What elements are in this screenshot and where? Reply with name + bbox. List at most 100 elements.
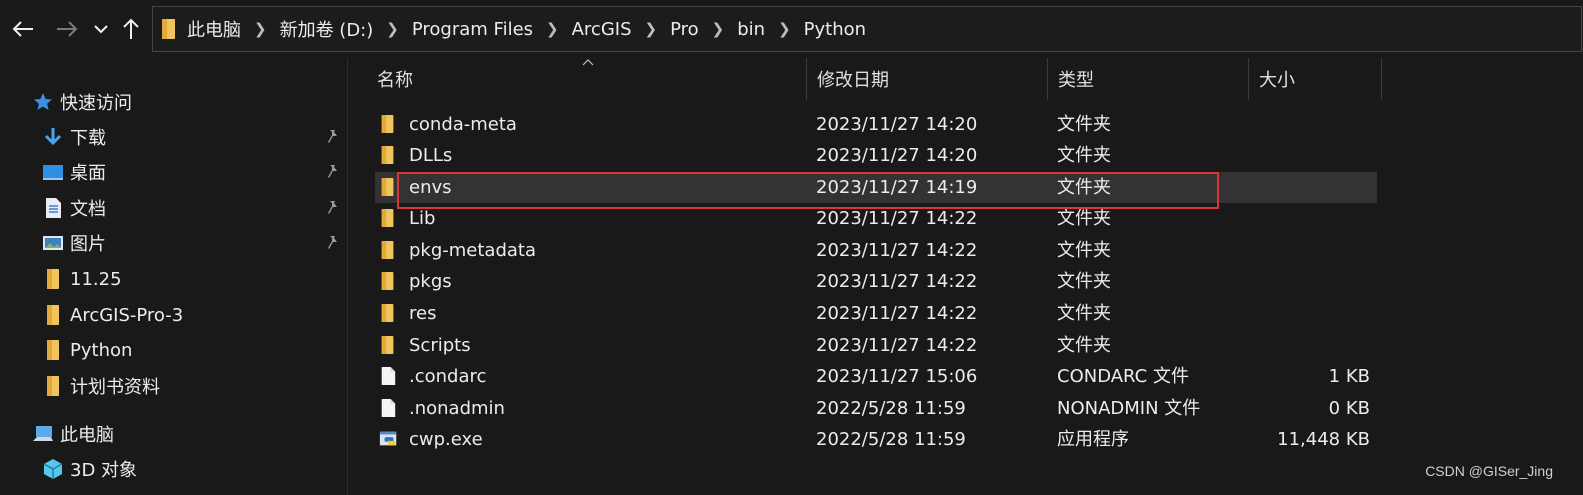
- chevron-right-icon[interactable]: ❯: [712, 20, 725, 38]
- file-name: conda-meta: [409, 114, 517, 135]
- sidebar-item-arcgis-pro-3[interactable]: ArcGIS-Pro-3: [0, 300, 348, 330]
- sidebar-item-label: 下载: [70, 128, 106, 149]
- arrow-right-icon: [57, 21, 78, 37]
- sidebar-item-documents[interactable]: 文档: [0, 193, 348, 223]
- file-icon: [379, 397, 399, 419]
- sidebar-item-folder-11-25[interactable]: 11.25: [0, 264, 348, 294]
- file-type: 应用程序: [1057, 429, 1129, 450]
- file-modified: 2023/11/27 14:22: [816, 335, 978, 356]
- chevron-right-icon[interactable]: ❯: [254, 20, 267, 38]
- recent-locations-button[interactable]: [90, 14, 112, 44]
- file-type: 文件夹: [1057, 208, 1111, 229]
- sidebar-item-label: 此电脑: [60, 425, 114, 446]
- sidebar-item-quick-access[interactable]: 快速访问: [0, 87, 348, 117]
- file-type: 文件夹: [1057, 177, 1111, 198]
- sidebar-item-label: 快速访问: [60, 93, 132, 114]
- chevron-right-icon[interactable]: ❯: [778, 20, 791, 38]
- file-row[interactable]: .nonadmin 2022/5/28 11:59 NONADMIN 文件 0 KB: [375, 393, 1377, 424]
- chevron-right-icon[interactable]: ❯: [386, 20, 399, 38]
- file-row[interactable]: pkg-metadata 2023/11/27 14:22 文件夹: [375, 235, 1377, 266]
- file-size: 1 KB: [1328, 366, 1370, 387]
- column-header-modified[interactable]: 修改日期: [805, 58, 1046, 100]
- file-row[interactable]: res 2023/11/27 14:22 文件夹: [375, 298, 1377, 329]
- chevron-down-icon: [94, 25, 108, 34]
- file-name: Scripts: [409, 335, 471, 356]
- file-row[interactable]: pkgs 2023/11/27 14:22 文件夹: [375, 266, 1377, 297]
- chevron-right-icon[interactable]: ❯: [645, 20, 658, 38]
- sidebar-item-label: 3D 对象: [70, 460, 138, 481]
- file-name: pkg-metadata: [409, 240, 537, 261]
- folder-icon: [379, 239, 399, 261]
- breadcrumb-item-program-files[interactable]: Program Files: [412, 19, 533, 40]
- navigation-pane: 快速访问 下载 桌面 文档 图片 11.25 ArcGIS-Pro-3 Pyth…: [0, 58, 348, 495]
- sidebar-item-label: 文档: [70, 199, 106, 220]
- forward-button[interactable]: [52, 14, 82, 44]
- breadcrumb-item-pro[interactable]: Pro: [670, 19, 699, 40]
- file-row[interactable]: DLLs 2023/11/27 14:20 文件夹: [375, 140, 1377, 171]
- up-button[interactable]: [118, 14, 144, 44]
- sidebar-item-downloads[interactable]: 下载: [0, 122, 348, 152]
- file-modified: 2023/11/27 14:22: [816, 208, 978, 229]
- file-modified: 2023/11/27 15:06: [816, 366, 978, 387]
- file-modified: 2023/11/27 14:22: [816, 271, 978, 292]
- sidebar-item-this-pc[interactable]: 此电脑: [0, 419, 348, 449]
- file-type: 文件夹: [1057, 335, 1111, 356]
- pin-icon[interactable]: [324, 200, 340, 216]
- sidebar-item-label: ArcGIS-Pro-3: [70, 304, 184, 326]
- folder-icon: [162, 19, 175, 39]
- breadcrumb-item-bin[interactable]: bin: [737, 19, 765, 40]
- pin-icon[interactable]: [324, 164, 340, 180]
- folder-icon: [379, 270, 399, 292]
- sidebar-item-desktop[interactable]: 桌面: [0, 157, 348, 187]
- file-name: .nonadmin: [409, 398, 505, 419]
- column-header-name[interactable]: 名称: [365, 58, 807, 100]
- file-row[interactable]: conda-meta 2023/11/27 14:20 文件夹: [375, 109, 1377, 140]
- chevron-right-icon[interactable]: ❯: [546, 20, 559, 38]
- file-type: 文件夹: [1057, 303, 1111, 324]
- pin-icon[interactable]: [324, 235, 340, 251]
- back-button[interactable]: [8, 14, 38, 44]
- breadcrumb-item-this-pc[interactable]: 此电脑: [187, 16, 241, 42]
- computer-icon: [32, 423, 54, 445]
- file-icon: [379, 365, 399, 387]
- file-name: res: [409, 303, 437, 324]
- document-icon: [42, 197, 64, 219]
- arrow-left-icon: [12, 21, 33, 37]
- file-modified: 2023/11/27 14:19: [816, 177, 978, 198]
- column-divider[interactable]: [1381, 58, 1382, 100]
- column-header-size[interactable]: 大小: [1247, 58, 1381, 100]
- breadcrumb-item-arcgis[interactable]: ArcGIS: [572, 19, 632, 40]
- address-bar[interactable]: 此电脑 ❯ 新加卷 (D:) ❯ Program Files ❯ ArcGIS ❯ Pr…: [152, 6, 1582, 52]
- folder-icon: [379, 176, 399, 198]
- file-type: 文件夹: [1057, 271, 1111, 292]
- file-modified: 2023/11/27 14:22: [816, 240, 978, 261]
- folder-icon: [42, 304, 64, 326]
- file-row[interactable]: .condarc 2023/11/27 15:06 CONDARC 文件 1 KB: [375, 361, 1377, 392]
- sidebar-item-python[interactable]: Python: [0, 335, 348, 365]
- pin-icon[interactable]: [324, 129, 340, 145]
- sidebar-item-3d-objects[interactable]: 3D 对象: [0, 454, 348, 484]
- column-header: 名称 修改日期 类型 大小: [349, 58, 1583, 100]
- file-row[interactable]: Lib 2023/11/27 14:22 文件夹: [375, 203, 1377, 234]
- folder-icon: [379, 302, 399, 324]
- file-row[interactable]: cwp.exe 2022/5/28 11:59 应用程序 11,448 KB: [375, 424, 1377, 455]
- file-size: 0 KB: [1328, 398, 1370, 419]
- column-header-type[interactable]: 类型: [1046, 58, 1247, 100]
- file-row[interactable]: envs 2023/11/27 14:19 文件夹: [375, 172, 1377, 203]
- pictures-icon: [42, 232, 64, 254]
- file-type: 文件夹: [1057, 240, 1111, 261]
- breadcrumb-item-python[interactable]: Python: [804, 19, 866, 40]
- file-name: pkgs: [409, 271, 452, 292]
- folder-icon: [42, 268, 64, 290]
- sidebar-item-pictures[interactable]: 图片: [0, 228, 348, 258]
- breadcrumb-item-drive[interactable]: 新加卷 (D:): [280, 16, 374, 42]
- navigation-bar: 此电脑 ❯ 新加卷 (D:) ❯ Program Files ❯ ArcGIS ❯ Pr…: [0, 0, 1583, 58]
- file-name: envs: [409, 177, 452, 198]
- sidebar-item-plan-materials[interactable]: 计划书资料: [0, 371, 348, 401]
- file-modified: 2022/5/28 11:59: [816, 398, 966, 419]
- sidebar-item-label: 桌面: [70, 163, 106, 184]
- folder-icon: [379, 113, 399, 135]
- file-row[interactable]: Scripts 2023/11/27 14:22 文件夹: [375, 330, 1377, 361]
- arrow-up-icon: [123, 18, 139, 39]
- sidebar-item-label: 图片: [70, 234, 106, 255]
